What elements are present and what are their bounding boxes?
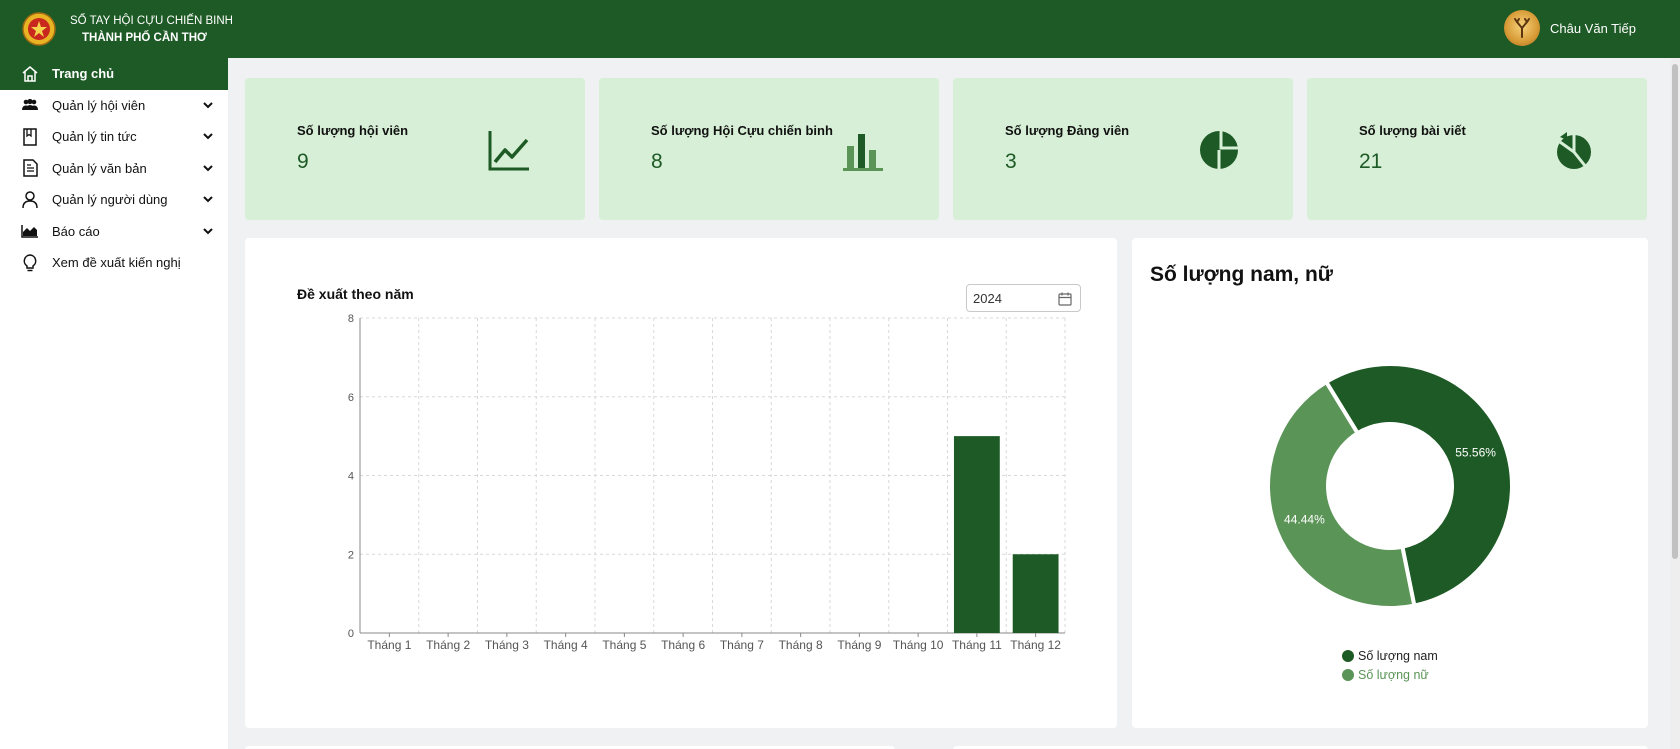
gender-donut-chart: 55.56% 44.44% [1266, 362, 1514, 610]
bar-chart-icon [843, 134, 883, 171]
stat-card-posts[interactable]: Số lượng bài viết 21 [1307, 78, 1647, 220]
stat-label: Số lượng bài viết [1359, 123, 1466, 138]
brand-title: SỔ TAY HỘI CỰU CHIẾN BINH THÀNH PHỐ CẦN … [70, 13, 233, 47]
legend-item-female[interactable]: Số lượng nữ [1342, 665, 1438, 684]
chevron-down-icon[interactable] [202, 193, 214, 205]
sidebar: Trang chủ Quản lý hội viên Quản lý tin t… [0, 58, 228, 749]
stat-card-veterans[interactable]: Số lượng Hội Cựu chiến binh 8 [599, 78, 939, 220]
donut-value-label: 44.44% [1284, 513, 1325, 527]
year-picker-input[interactable]: 2024 [966, 284, 1081, 312]
x-tick-label: Tháng 5 [602, 638, 646, 652]
sidebar-item-label: Báo cáo [52, 223, 100, 239]
sidebar-item-home[interactable]: Trang chủ [0, 58, 228, 90]
x-tick-label: Tháng 6 [661, 638, 705, 652]
x-tick-label: Tháng 2 [426, 638, 470, 652]
proposal-chart-title: Đề xuất theo năm [297, 286, 414, 302]
chevron-down-icon[interactable] [202, 225, 214, 237]
brand-line2: THÀNH PHỐ CẦN THƠ [82, 32, 207, 44]
x-tick-label: Tháng 1 [367, 638, 411, 652]
y-tick-label: 4 [348, 471, 354, 483]
sidebar-item-label: Quản lý văn bản [52, 160, 147, 176]
stat-value: 21 [1359, 150, 1383, 173]
x-tick-label: Tháng 9 [837, 638, 881, 652]
page-scrollbar[interactable] [1670, 58, 1680, 749]
user-name[interactable]: Châu Văn Tiếp [1550, 21, 1636, 36]
proposal-chart-panel: Đề xuất theo năm 2024 0 2 4 6 8 Tháng 1 Tháng … [245, 238, 1117, 728]
sidebar-item-label: Quản lý tin tức [52, 129, 137, 145]
sidebar-item-users[interactable]: Quản lý người dùng [0, 184, 228, 216]
line-chart-icon [488, 131, 529, 171]
proposal-bar-chart: 0 2 4 6 8 Tháng 1 Tháng 2 Tháng 3 Tháng 4 Tháng 5… [348, 313, 1066, 652]
home-icon [20, 64, 40, 84]
main-content: Số lượng hội viên 9 Số lượng Hội Cựu chi… [228, 58, 1680, 749]
y-tick-label: 6 [348, 392, 354, 404]
x-tick-label: Tháng 11 [952, 638, 1002, 652]
sidebar-item-proposals[interactable]: Xem đề xuất kiến nghị [0, 247, 228, 279]
logo-emblem-icon [22, 12, 56, 46]
sidebar-item-label: Quản lý hội viên [52, 97, 146, 113]
brand-line1: SỔ TAY HỘI CỰU CHIẾN BINH [70, 15, 233, 27]
sidebar-item-label: Trang chủ [52, 66, 115, 82]
stat-value: 3 [1005, 150, 1017, 173]
bar [953, 436, 1000, 633]
stat-label: Số lượng Đảng viên [1005, 123, 1130, 138]
stat-card-members[interactable]: Số lượng hội viên 9 [245, 78, 585, 220]
donut-value-label: 55.56% [1455, 445, 1496, 459]
sidebar-item-reports[interactable]: Báo cáo [0, 216, 228, 248]
sidebar-item-documents[interactable]: Quản lý văn bản [0, 153, 228, 185]
year-value: 2024 [973, 290, 1002, 306]
sidebar-item-members[interactable]: Quản lý hội viên [0, 90, 228, 122]
x-tick-label: Tháng 7 [720, 638, 764, 652]
chevron-down-icon[interactable] [202, 162, 214, 174]
scrollbar-thumb[interactable] [1672, 64, 1678, 559]
bar [1012, 554, 1059, 633]
gender-legend: Số lượng nam Số lượng nữ [1342, 646, 1438, 684]
bookmark-icon [20, 127, 40, 147]
stat-card-party-members[interactable]: Số lượng Đảng viên 3 [953, 78, 1293, 220]
lightbulb-icon [20, 253, 40, 273]
stat-label: Số lượng hội viên [297, 123, 409, 138]
gender-chart-panel: Số lượng nam, nữ 55.56% 44.44% Số lượng n… [1132, 238, 1648, 728]
user-icon [20, 190, 40, 210]
y-tick-label: 0 [348, 628, 354, 640]
pie-chart-icon [1200, 130, 1240, 170]
x-tick-label: Tháng 12 [1010, 638, 1061, 652]
x-tick-label: Tháng 4 [544, 638, 588, 652]
stat-value: 9 [297, 150, 309, 173]
pie-chart-alt-icon [1557, 132, 1591, 169]
top-header: SỔ TAY HỘI CỰU CHIẾN BINH THÀNH PHỐ CẦN … [0, 0, 1680, 58]
stat-value: 8 [651, 150, 663, 173]
legend-swatch [1342, 649, 1354, 662]
users-icon [20, 95, 40, 115]
chevron-down-icon[interactable] [202, 130, 214, 142]
x-tick-label: Tháng 10 [893, 638, 944, 652]
sidebar-item-news[interactable]: Quản lý tin tức [0, 121, 228, 153]
stat-label: Số lượng Hội Cựu chiến binh [651, 123, 833, 138]
gender-chart-title: Số lượng nam, nữ [1150, 263, 1334, 286]
x-tick-label: Tháng 8 [779, 638, 823, 652]
y-tick-label: 2 [348, 549, 354, 561]
calendar-icon[interactable] [1058, 292, 1072, 306]
y-tick-label: 8 [348, 313, 354, 325]
area-chart-icon [20, 221, 40, 241]
x-tick-label: Tháng 3 [485, 638, 529, 652]
sidebar-item-label: Quản lý người dùng [52, 192, 168, 208]
legend-swatch [1342, 668, 1354, 681]
legend-label: Số lượng nữ [1358, 667, 1429, 682]
legend-label: Số lượng nam [1358, 648, 1438, 663]
legend-item-male[interactable]: Số lượng nam [1342, 646, 1438, 665]
chevron-down-icon[interactable] [202, 99, 214, 111]
deer-icon [1513, 18, 1530, 38]
document-icon [20, 158, 40, 178]
user-menu[interactable]: Châu Văn Tiếp [1503, 10, 1636, 46]
sidebar-item-label: Xem đề xuất kiến nghị [52, 255, 181, 271]
avatar[interactable] [1503, 10, 1540, 46]
